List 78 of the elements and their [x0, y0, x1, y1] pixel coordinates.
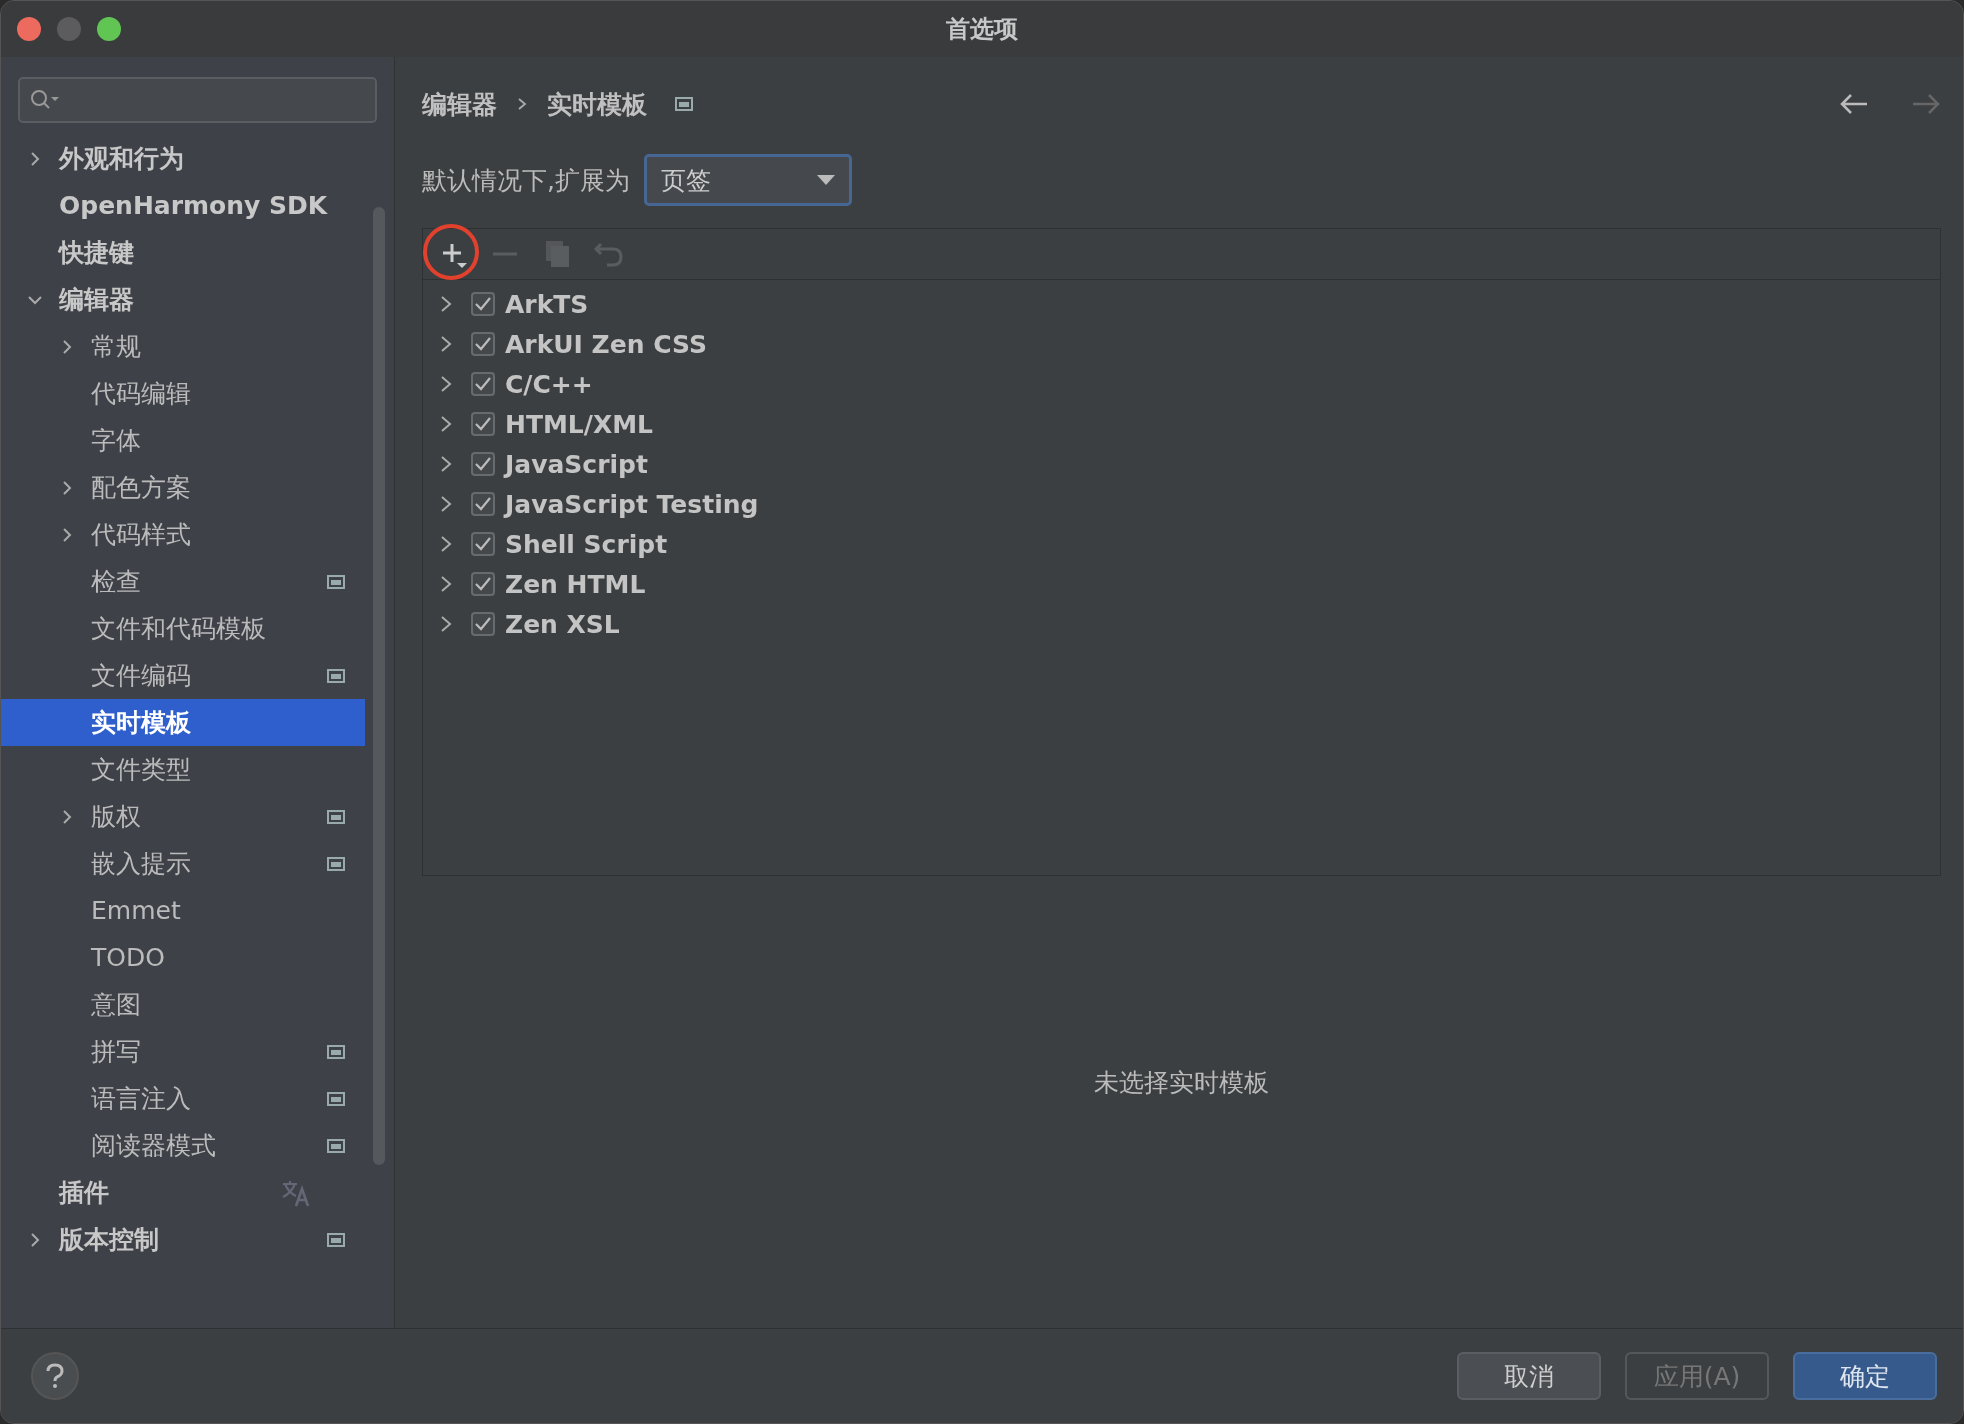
checkbox[interactable] [471, 572, 495, 596]
checkbox[interactable] [471, 492, 495, 516]
tree-item[interactable]: Emmet [1, 887, 365, 934]
expand-dropdown[interactable]: 页签 [643, 154, 852, 206]
window-title: 首选项 [946, 14, 1018, 45]
expand-label: 默认情况下,扩展为 [422, 164, 630, 197]
checkmark-icon [474, 416, 492, 432]
template-group[interactable]: ArkUI Zen CSS [423, 324, 1940, 364]
template-group[interactable]: Zen XSL [423, 604, 1940, 644]
chevron-right-icon[interactable] [439, 495, 453, 513]
question-icon [45, 1363, 65, 1389]
chevron-right-icon[interactable] [439, 335, 453, 353]
chevron-right-icon[interactable] [439, 575, 453, 593]
template-group[interactable]: C/C++ [423, 364, 1940, 404]
tree-item[interactable]: 字体 [1, 417, 365, 464]
breadcrumb-item: 实时模板 [547, 88, 647, 121]
checkbox[interactable] [471, 532, 495, 556]
dialog-button[interactable]: 取消 [1457, 1352, 1601, 1400]
chevron-right-icon[interactable] [439, 455, 453, 473]
template-group[interactable]: Zen HTML [423, 564, 1940, 604]
tree-item[interactable]: 文件和代码模板 [1, 605, 365, 652]
tree-item[interactable]: 代码编辑 [1, 370, 365, 417]
template-group[interactable]: HTML/XML [423, 404, 1940, 444]
window-icon [675, 97, 693, 111]
chevron-right-icon[interactable] [439, 295, 453, 313]
close-button[interactable] [17, 17, 41, 41]
checkmark-icon [474, 536, 492, 552]
checkmark-icon [474, 336, 492, 352]
chevron-right-icon[interactable] [439, 375, 453, 393]
tree-item[interactable]: 实时模板 [1, 699, 365, 746]
checkbox[interactable] [471, 332, 495, 356]
back-arrow-icon[interactable] [1839, 93, 1869, 115]
tree-item[interactable]: 常规 [1, 323, 365, 370]
tree-item[interactable]: 文件类型 [1, 746, 365, 793]
search-icon [30, 89, 60, 111]
tree-item[interactable]: 版权 [1, 793, 365, 840]
tree-item[interactable]: 文件编码 [1, 652, 365, 699]
tree-item[interactable]: OpenHarmony SDK [1, 182, 365, 229]
checkmark-icon [474, 616, 492, 632]
checkbox[interactable] [471, 452, 495, 476]
checkbox[interactable] [471, 612, 495, 636]
tree-item[interactable]: 插件 [1, 1169, 365, 1216]
chevron-right-icon [517, 97, 527, 111]
tree-item[interactable]: 外观和行为 [1, 135, 365, 182]
ok-button[interactable]: 确定 [1793, 1352, 1937, 1400]
tree-item[interactable]: 意图 [1, 981, 365, 1028]
template-group[interactable]: JavaScript [423, 444, 1940, 484]
tree-item[interactable]: 检查 [1, 558, 365, 605]
checkbox[interactable] [471, 292, 495, 316]
checkbox[interactable] [471, 412, 495, 436]
search-field[interactable] [18, 77, 377, 123]
template-group[interactable]: ArkTS [423, 284, 1940, 324]
checkmark-icon [474, 576, 492, 592]
tree-item[interactable]: 版本控制 [1, 1216, 365, 1263]
breadcrumb-item: 编辑器 [422, 88, 497, 121]
checkmark-icon [474, 456, 492, 472]
tree-item[interactable]: 嵌入提示 [1, 840, 365, 887]
tree-item[interactable]: TODO [1, 934, 365, 981]
checkbox[interactable] [471, 372, 495, 396]
chevron-right-icon[interactable] [439, 535, 453, 553]
chevron-right-icon[interactable] [439, 615, 453, 633]
empty-message: 未选择实时模板 [1094, 1066, 1269, 1099]
zoom-button[interactable] [97, 17, 121, 41]
checkmark-icon [474, 296, 492, 312]
template-group[interactable]: Shell Script [423, 524, 1940, 564]
template-group[interactable]: JavaScript Testing [423, 484, 1940, 524]
checkmark-icon [474, 496, 492, 512]
tree-item[interactable]: 阅读器模式 [1, 1122, 365, 1169]
chevron-right-icon[interactable] [439, 415, 453, 433]
checkmark-icon [474, 376, 492, 392]
tree-item[interactable]: 配色方案 [1, 464, 365, 511]
tree-item[interactable]: 快捷键 [1, 229, 365, 276]
tree-item[interactable]: 语言注入 [1, 1075, 365, 1122]
tree-item[interactable]: 代码样式 [1, 511, 365, 558]
tree-item[interactable]: 拼写 [1, 1028, 365, 1075]
help-button[interactable] [31, 1352, 79, 1400]
tree-item[interactable]: 编辑器 [1, 276, 365, 323]
caret-icon [816, 175, 835, 185]
